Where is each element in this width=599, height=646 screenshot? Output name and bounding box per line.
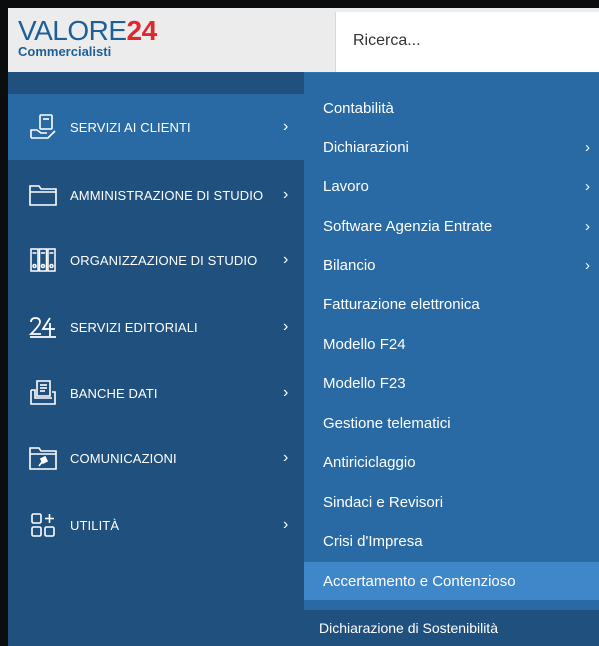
sub-item-fatturazione-elettronica[interactable]: Fatturazione elettronica <box>304 285 599 323</box>
sub-item-dichiarazioni[interactable]: Dichiarazioni › <box>304 128 599 166</box>
left-item-label: UTILITÀ <box>70 517 120 533</box>
sub-item-label: Lavoro <box>323 177 369 195</box>
logo[interactable]: VALORE24 Commercialisti <box>18 16 157 59</box>
left-item-label: SERVIZI EDITORIALI <box>70 319 198 335</box>
sub-item-software-agenzia-entrate[interactable]: Software Agenzia Entrate › <box>304 207 599 245</box>
left-item-utilita[interactable]: UTILITÀ › <box>8 492 304 558</box>
binders-icon <box>26 243 60 277</box>
sub-item-label: Crisi d'Impresa <box>323 532 423 550</box>
twentyfour-icon <box>26 310 60 344</box>
folder-icon <box>26 178 60 212</box>
sub-item-label: Antiriciclaggio <box>323 453 416 471</box>
sub-item-label: Dichiarazioni <box>323 138 409 156</box>
logo-wordmark: VALORE24 <box>18 16 157 46</box>
sub-item-bilancio[interactable]: Bilancio › <box>304 246 599 284</box>
left-item-label: BANCHE DATI <box>70 385 158 401</box>
logo-number: 24 <box>126 15 158 46</box>
sub-item-label: Gestione telematici <box>323 414 451 432</box>
sub-item-crisi-d-impresa[interactable]: Crisi d'Impresa <box>304 522 599 560</box>
sub-item-accertamento-e-contenzioso[interactable]: Accertamento e Contenzioso <box>304 562 599 600</box>
sub-item-label: Accertamento e Contenzioso <box>323 572 516 590</box>
sub-item-label: Bilancio <box>323 256 376 274</box>
left-item-comunicazioni[interactable]: COMUNICAZIONI › <box>8 425 304 491</box>
database-icon <box>26 376 60 410</box>
search-input[interactable] <box>351 12 585 70</box>
chevron-right-icon: › <box>283 318 289 335</box>
apps-add-icon <box>26 508 60 542</box>
left-item-servizi-editoriali[interactable]: SERVIZI EDITORIALI › <box>8 294 304 360</box>
sub-item-label: Dichiarazione di Sostenibilità <box>319 620 498 636</box>
sub-menu: Contabilità Dichiarazioni › Lavoro › Sof… <box>304 72 599 646</box>
left-menu: SERVIZI AI CLIENTI › AMMINISTRAZIONE DI … <box>8 72 304 646</box>
sub-item-label: Modello F24 <box>323 335 406 353</box>
chevron-right-icon: › <box>585 256 590 274</box>
app-frame: VALORE24 Commercialisti SERVIZI AI CLIEN… <box>8 8 599 646</box>
left-item-organizzazione-di-studio[interactable]: ORGANIZZAZIONE DI STUDIO › <box>8 227 304 293</box>
sub-item-lavoro[interactable]: Lavoro › <box>304 167 599 205</box>
sub-item-gestione-telematici[interactable]: Gestione telematici <box>304 404 599 442</box>
search-box <box>335 12 599 72</box>
sub-item-label: Software Agenzia Entrate <box>323 217 493 235</box>
chevron-right-icon: › <box>283 118 289 135</box>
sub-item-sindaci-e-revisori[interactable]: Sindaci e Revisori <box>304 483 599 521</box>
left-item-banche-dati[interactable]: BANCHE DATI › <box>8 360 304 426</box>
chevron-right-icon: › <box>283 384 289 401</box>
chevron-right-icon: › <box>585 138 590 156</box>
left-item-amministrazione-di-studio[interactable]: AMMINISTRAZIONE DI STUDIO › <box>8 162 304 228</box>
left-item-label: ORGANIZZAZIONE DI STUDIO <box>70 252 258 268</box>
chevron-right-icon: › <box>585 177 590 195</box>
client-services-icon <box>26 110 60 144</box>
left-item-label: COMUNICAZIONI <box>70 450 177 466</box>
chevron-right-icon: › <box>283 449 289 466</box>
chevron-right-icon: › <box>585 217 590 235</box>
logo-primary: VALORE <box>18 15 127 46</box>
sub-item-label: Fatturazione elettronica <box>323 295 480 313</box>
chevron-right-icon: › <box>283 186 289 203</box>
left-item-label: SERVIZI AI CLIENTI <box>70 119 191 135</box>
logo-secondary: Commercialisti <box>18 44 112 59</box>
sub-item-modello-f24[interactable]: Modello F24 <box>304 325 599 363</box>
header: VALORE24 Commercialisti <box>8 8 599 72</box>
left-item-servizi-ai-clienti[interactable]: SERVIZI AI CLIENTI › <box>8 94 304 160</box>
sub-item-antiriciclaggio[interactable]: Antiriciclaggio <box>304 443 599 481</box>
sub-item-label: Modello F23 <box>323 374 406 392</box>
left-item-label: AMMINISTRAZIONE DI STUDIO <box>70 187 264 203</box>
sub-item-dichiarazione-di-sostenibilita[interactable]: Dichiarazione di Sostenibilità <box>304 610 599 646</box>
sub-item-label: Sindaci e Revisori <box>323 493 444 511</box>
sub-item-contabilita[interactable]: Contabilità <box>304 89 599 127</box>
sub-item-modello-f23[interactable]: Modello F23 <box>304 364 599 402</box>
sub-item-label: Contabilità <box>323 99 394 117</box>
pinned-folder-icon <box>26 441 60 475</box>
chevron-right-icon: › <box>283 516 289 533</box>
chevron-right-icon: › <box>283 251 289 268</box>
